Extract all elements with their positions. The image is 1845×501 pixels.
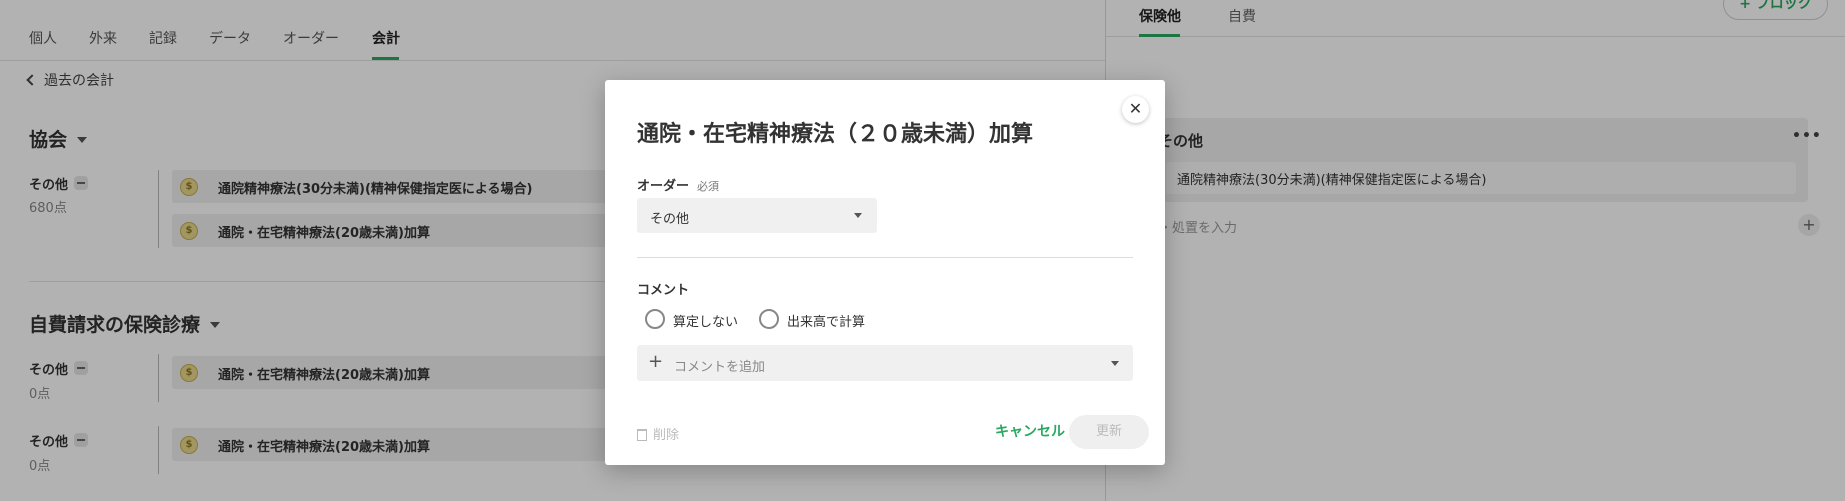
- delete-button[interactable]: 削除: [637, 424, 679, 443]
- plus-icon: +: [648, 351, 664, 372]
- order-select-value: その他: [650, 212, 690, 227]
- radio-label[interactable]: 算定しない: [673, 311, 738, 330]
- trash-icon: [637, 429, 647, 441]
- order-label-text: オーダー: [637, 179, 690, 194]
- radio-label[interactable]: 出来高で計算: [787, 311, 865, 330]
- comment-select[interactable]: + コメントを追加: [637, 345, 1133, 381]
- order-field-label: オーダー 必須: [637, 175, 719, 194]
- radio-not-calculated[interactable]: [645, 309, 665, 329]
- chevron-down-icon: [854, 213, 862, 218]
- update-button[interactable]: 更新: [1069, 415, 1149, 449]
- delete-label: 削除: [653, 428, 680, 443]
- comment-placeholder: コメントを追加: [674, 360, 766, 375]
- edit-order-dialog: ✕ 通院・在宅精神療法（２０歳未満）加算 オーダー 必須 その他 コメント 算定し…: [605, 80, 1165, 465]
- close-icon[interactable]: ✕: [1122, 96, 1149, 123]
- required-badge: 必須: [697, 180, 720, 193]
- comment-label: コメント: [637, 283, 690, 298]
- radio-fee-for-service[interactable]: [759, 309, 779, 329]
- chevron-down-icon: [1111, 361, 1119, 366]
- dialog-divider: [637, 257, 1133, 258]
- dialog-title: 通院・在宅精神療法（２０歳未満）加算: [637, 122, 1034, 147]
- order-select[interactable]: その他: [637, 198, 877, 233]
